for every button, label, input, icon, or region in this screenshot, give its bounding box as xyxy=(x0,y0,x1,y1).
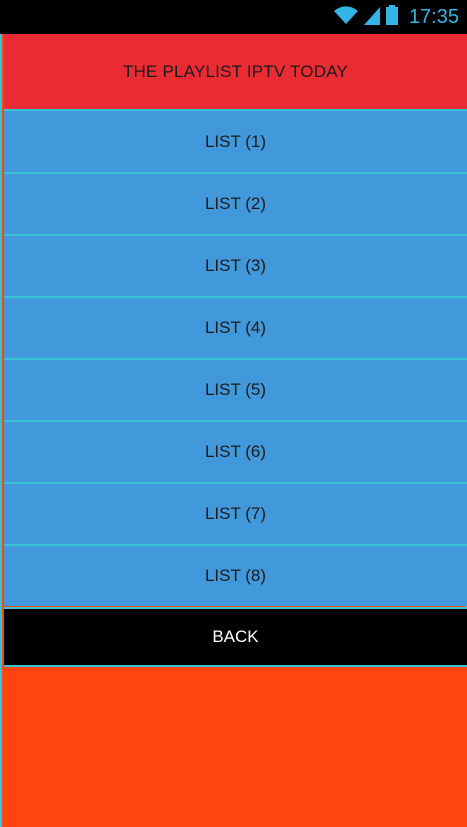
back-button[interactable]: BACK xyxy=(4,607,467,665)
list-item-4[interactable]: LIST (4) xyxy=(4,298,467,358)
list-item-7[interactable]: LIST (7) xyxy=(4,484,467,544)
wifi-icon xyxy=(333,4,359,31)
list-item-6[interactable]: LIST (6) xyxy=(4,422,467,482)
list-item-8[interactable]: LIST (8) xyxy=(4,546,467,606)
list-item-3[interactable]: LIST (3) xyxy=(4,236,467,296)
list-item-2[interactable]: LIST (2) xyxy=(4,174,467,234)
list-item-5[interactable]: LIST (5) xyxy=(4,360,467,420)
playlist-list: LIST (1) LIST (2) LIST (3) LIST (4) LIST… xyxy=(4,109,467,606)
bottom-empty-area xyxy=(4,665,467,827)
signal-icon xyxy=(363,4,381,31)
status-time: 17:35 xyxy=(408,5,459,28)
page-title: THE PLAYLIST IPTV TODAY xyxy=(4,34,467,109)
list-item-1[interactable]: LIST (1) xyxy=(4,109,467,172)
battery-icon xyxy=(385,4,399,31)
app-container: THE PLAYLIST IPTV TODAY LIST (1) LIST (2… xyxy=(0,34,467,827)
status-icons: 17:35 xyxy=(333,0,459,34)
status-bar: 17:35 xyxy=(0,0,467,34)
